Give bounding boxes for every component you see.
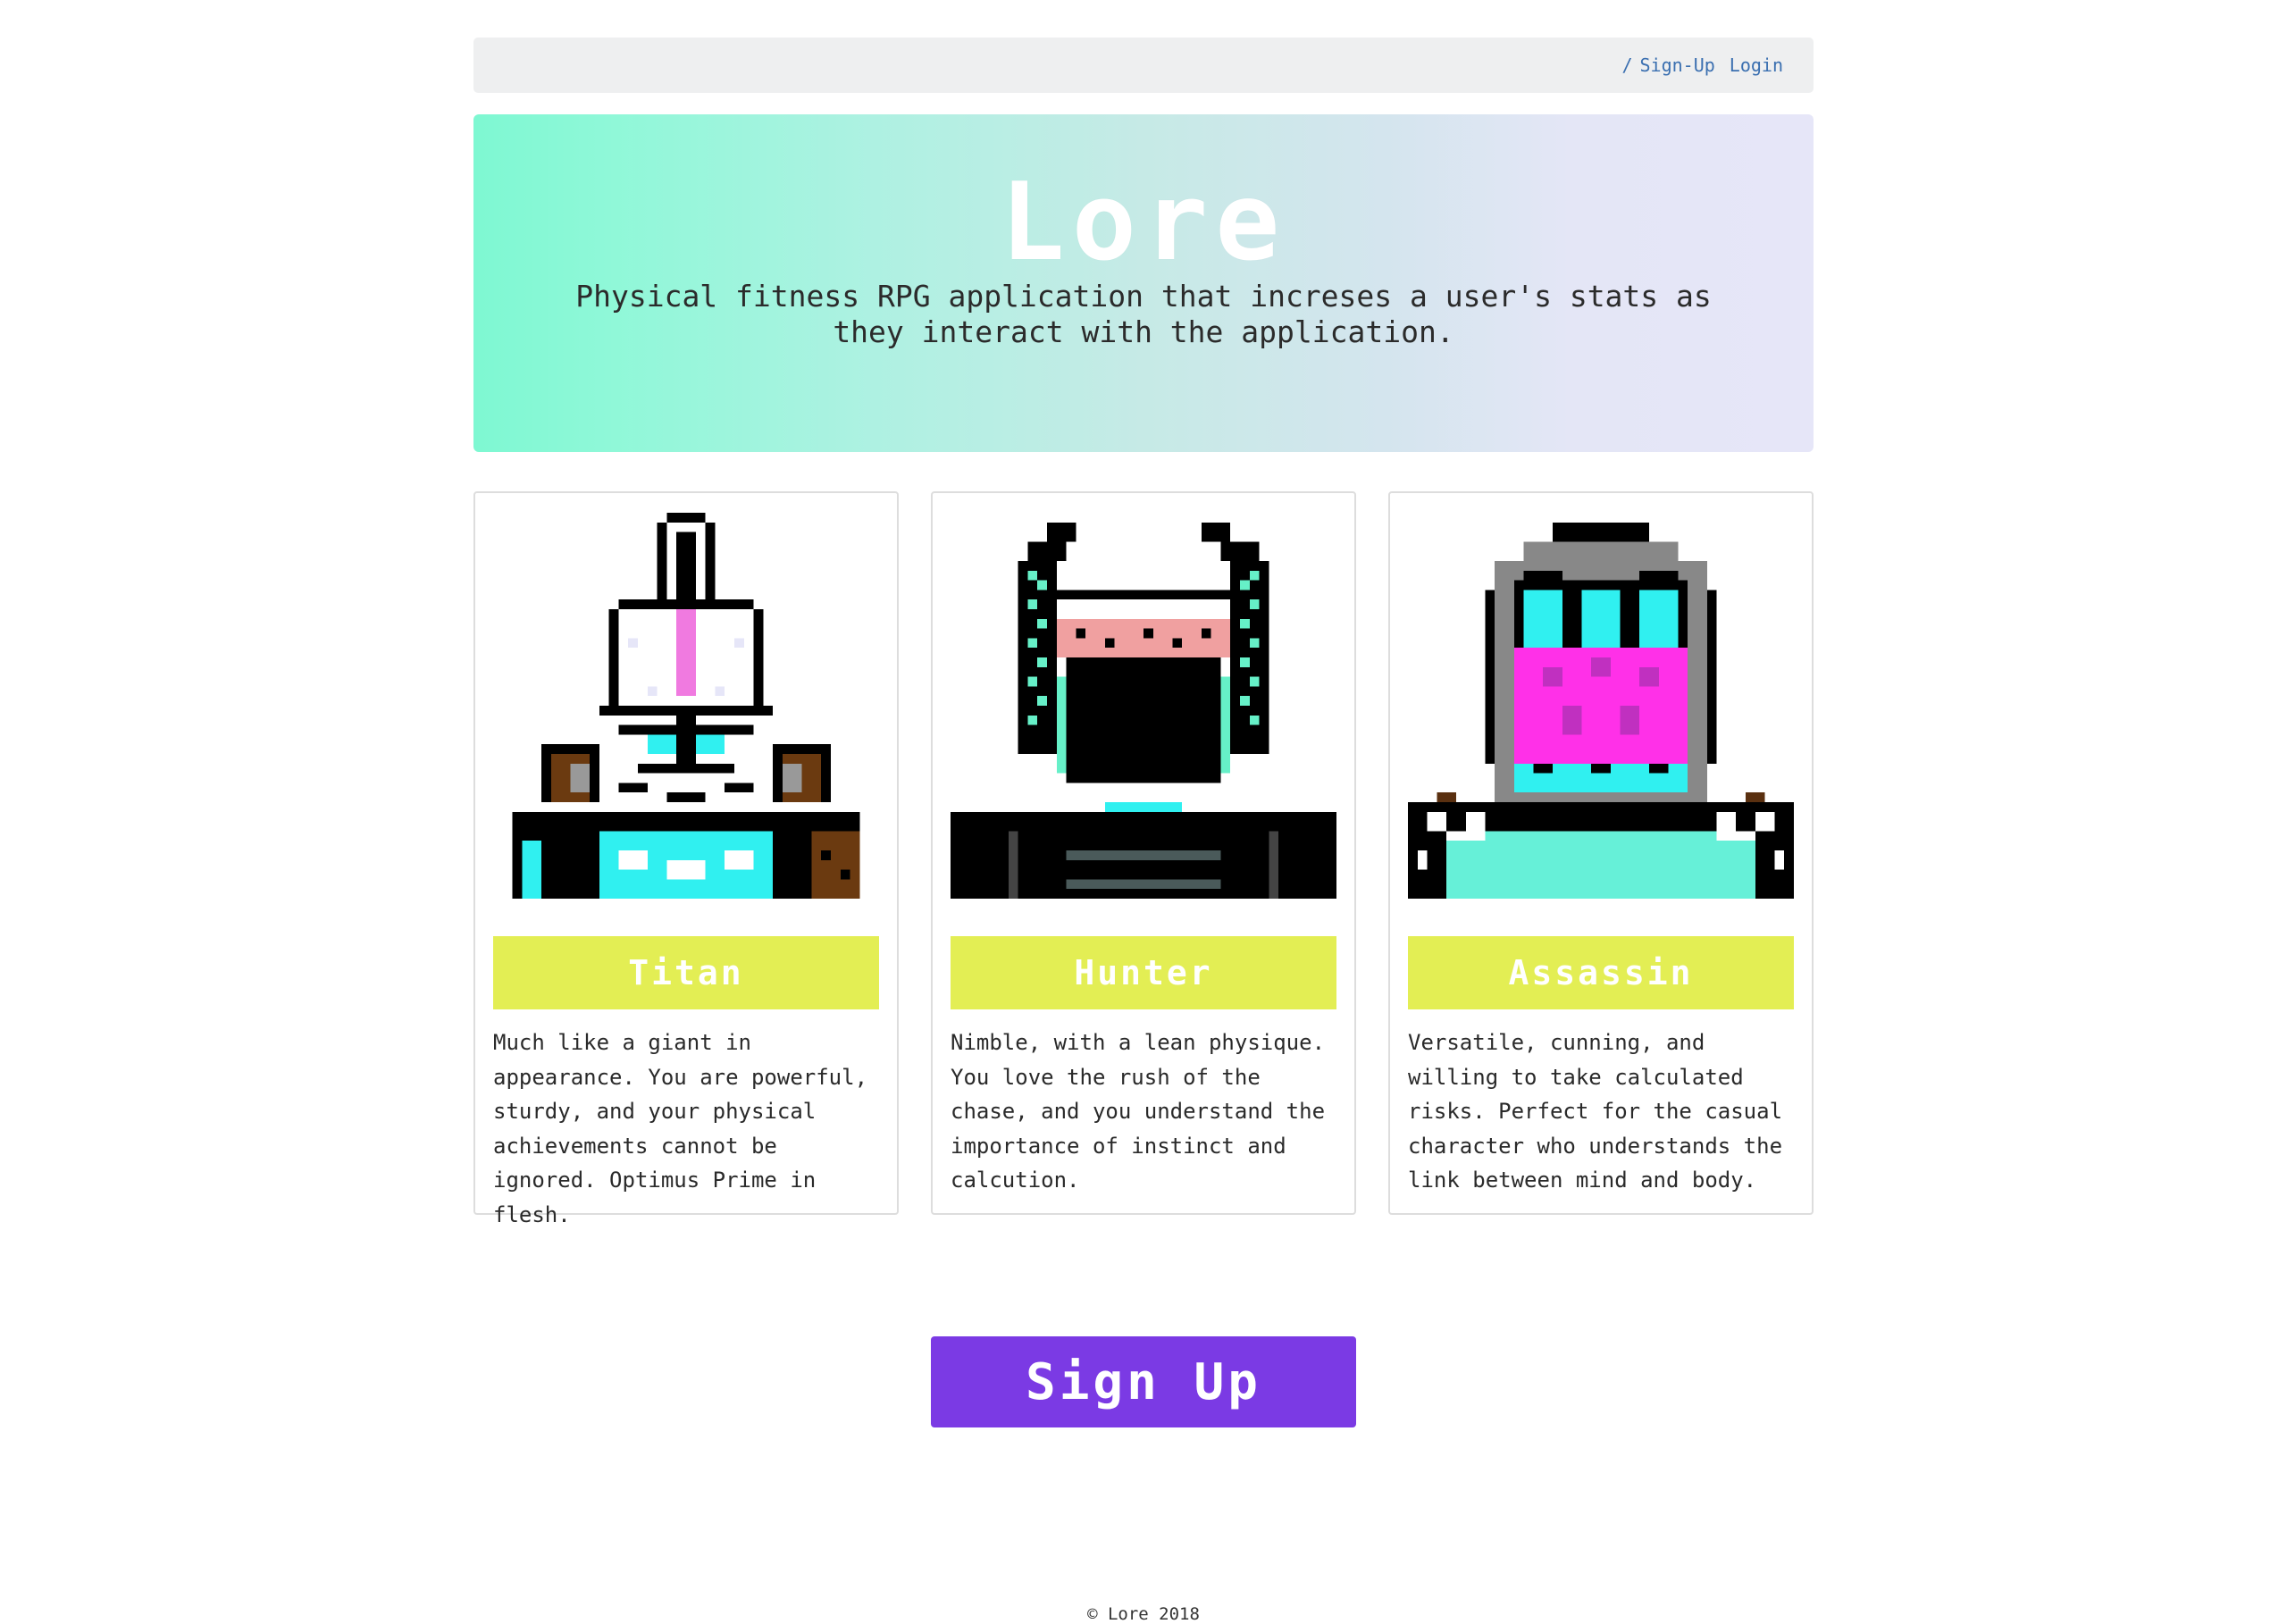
page: / Sign-Up Login Lore Physical fitness RP… — [473, 0, 1814, 1624]
signup-link[interactable]: Sign-Up — [1639, 54, 1714, 76]
hero-subtitle: Physical fitness RPG application that in… — [575, 279, 1712, 349]
hunter-avatar-icon — [951, 522, 1336, 899]
login-link[interactable]: Login — [1730, 54, 1783, 76]
footer: © Lore 2018 — [1087, 1604, 1200, 1624]
class-cards: Titan Much like a giant in appearance. Y… — [473, 491, 1814, 1227]
sign-up-button[interactable]: Sign Up — [931, 1336, 1356, 1427]
assassin-avatar-icon — [1408, 522, 1794, 899]
class-card-hunter[interactable]: Hunter Nimble, with a lean physique. You… — [931, 491, 1356, 1215]
hero-banner: Lore Physical fitness RPG application th… — [473, 114, 1814, 452]
titan-avatar-icon — [512, 513, 860, 899]
class-description-assassin: Versatile, cunning, and willing to take … — [1408, 1030, 1783, 1193]
top-nav: / Sign-Up Login — [473, 38, 1814, 93]
class-title-titan: Titan — [493, 936, 879, 1009]
class-title-assassin: Assassin — [1408, 936, 1794, 1009]
class-description-titan: Much like a giant in appearance. You are… — [493, 1030, 868, 1227]
class-card-assassin[interactable]: Assassin Versatile, cunning, and willing… — [1388, 491, 1814, 1215]
page-title: Lore — [1000, 161, 1287, 285]
nav-separator: / — [1621, 54, 1633, 76]
class-card-titan[interactable]: Titan Much like a giant in appearance. Y… — [473, 491, 899, 1227]
cta-container: Sign Up — [473, 1336, 1814, 1427]
class-title-hunter: Hunter — [951, 936, 1336, 1009]
class-description-hunter: Nimble, with a lean physique. You love t… — [951, 1030, 1326, 1193]
